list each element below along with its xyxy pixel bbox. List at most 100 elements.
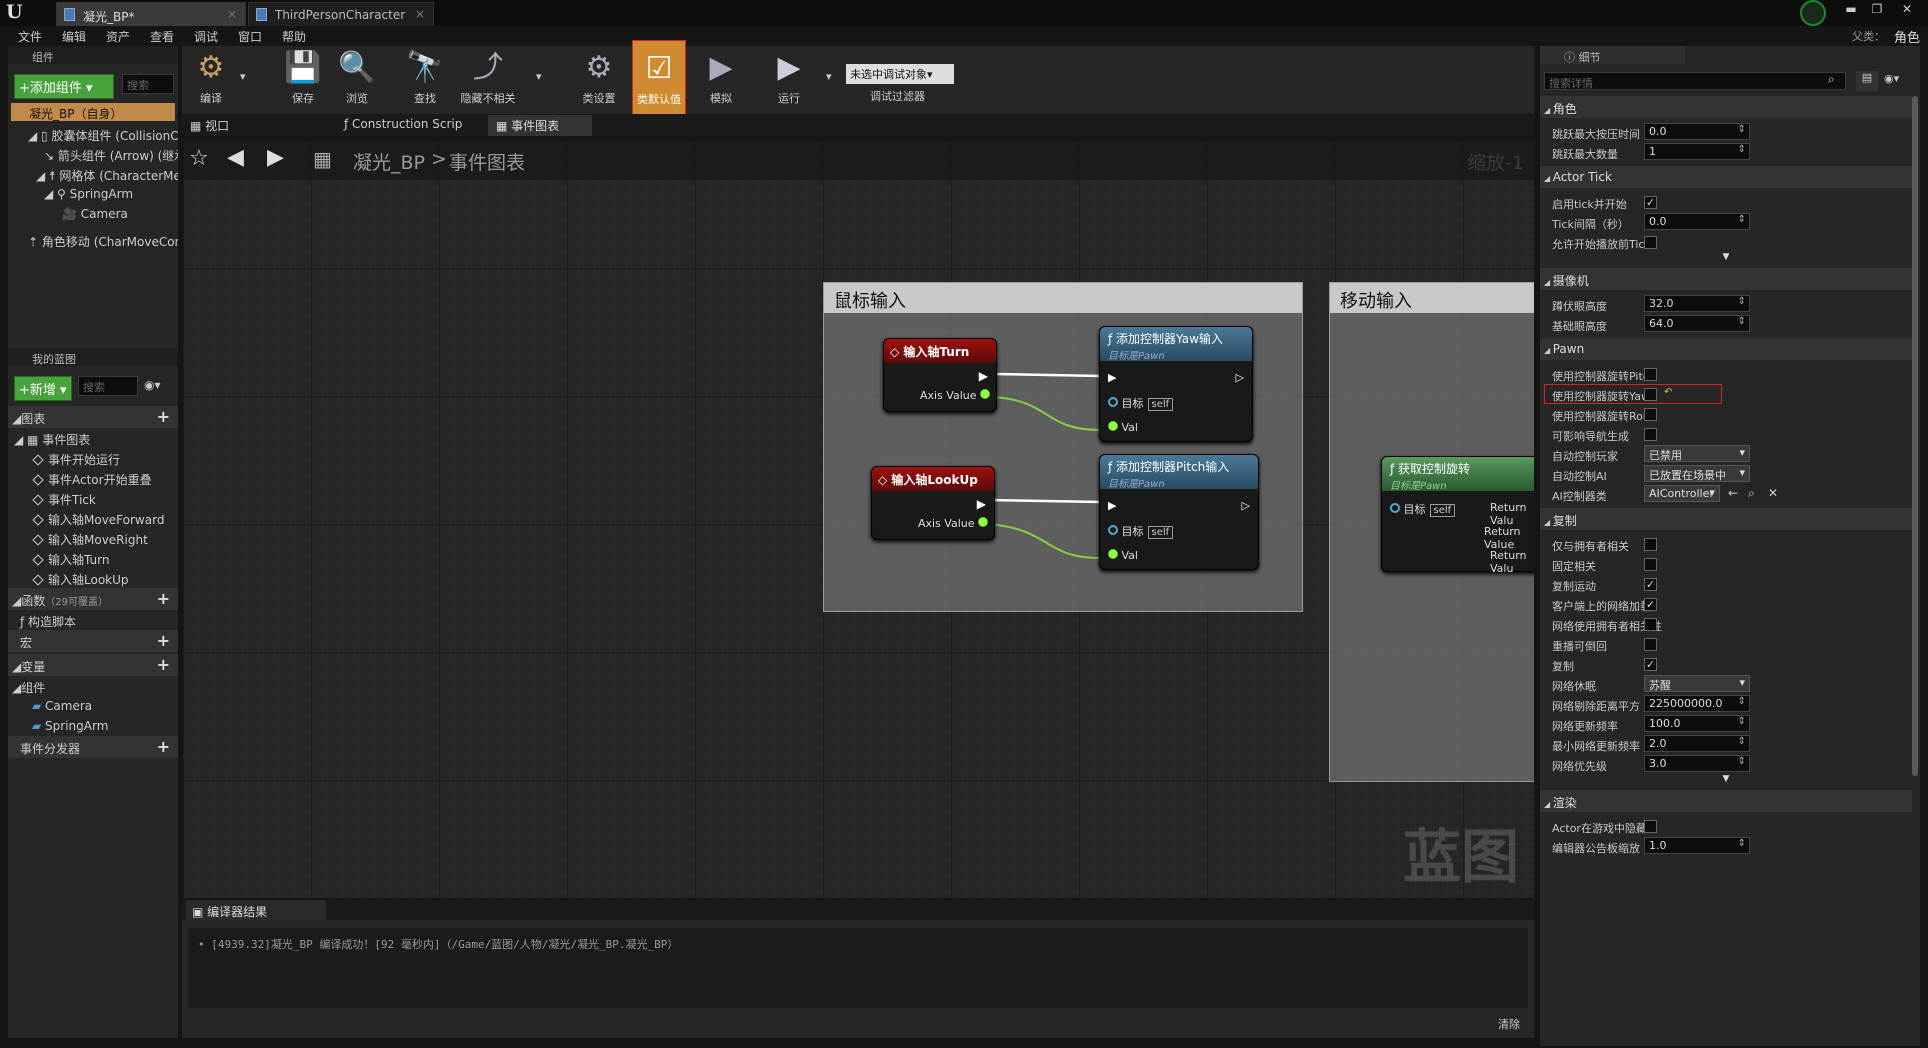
tab-thirdperson[interactable]: ThirdPersonCharacter × — [248, 2, 434, 26]
play-button[interactable]: ▶ 运行 — [762, 48, 816, 110]
property-select[interactable]: AIController — [1644, 485, 1720, 502]
save-button[interactable]: 💾 保存 — [276, 48, 330, 110]
details-section[interactable]: 摄像机 — [1540, 268, 1912, 290]
exec-out-pin[interactable]: ▶ — [979, 369, 988, 383]
menu-debug[interactable]: 调试 — [194, 28, 218, 45]
expand-advanced-icon[interactable]: ▼ — [1540, 252, 1912, 264]
details-section[interactable]: Actor Tick — [1540, 166, 1912, 188]
property-select[interactable]: 苏醒 — [1644, 675, 1750, 692]
event-moveforward[interactable]: 输入轴MoveForward — [14, 508, 178, 528]
tab-construction-script[interactable]: ƒ Construction Scrip — [344, 117, 462, 131]
add-function-icon[interactable]: + — [157, 589, 170, 608]
event-begin-play[interactable]: 事件开始运行 — [14, 448, 178, 468]
details-section[interactable]: 渲染 — [1540, 790, 1912, 812]
tree-capsule[interactable]: ◢ ▯ 胶囊体组件 (CollisionCylinder) — [28, 124, 178, 144]
var-camera[interactable]: ▰ Camera — [12, 696, 178, 716]
axis-value-pin[interactable]: Axis Value — [918, 517, 988, 530]
menu-file[interactable]: 文件 — [18, 28, 42, 45]
tree-charmove[interactable]: ⇡ 角色移动 (CharMoveComp) — [28, 230, 178, 250]
details-section[interactable]: 复制 — [1540, 508, 1912, 530]
close-icon[interactable]: × — [227, 7, 237, 21]
property-checkbox[interactable] — [1644, 558, 1657, 571]
target-pin[interactable]: 目标 self — [1108, 523, 1174, 539]
class-settings-button[interactable]: ⚙ 类设置 — [572, 48, 626, 110]
exec-out-pin[interactable]: ▷ — [1242, 499, 1250, 512]
tree-components-vars[interactable]: ◢组件 — [12, 676, 178, 696]
compile-dropdown-icon[interactable]: ▾ — [240, 70, 246, 83]
hide-dropdown-icon[interactable]: ▾ — [536, 70, 542, 83]
property-checkbox[interactable] — [1644, 618, 1657, 631]
new-button[interactable]: +新增 ▾ — [14, 376, 72, 401]
property-select[interactable]: 已放置在场景中 — [1644, 465, 1750, 482]
visibility-eye-icon[interactable]: ◉▾ — [144, 378, 161, 392]
expand-advanced-icon[interactable]: ▼ — [1540, 774, 1912, 786]
property-checkbox[interactable] — [1644, 408, 1657, 421]
class-defaults-button[interactable]: ☑ 类默认值 — [632, 40, 686, 118]
add-component-button[interactable]: +添加组件 ▾ — [14, 74, 114, 99]
event-moveright[interactable]: 输入轴MoveRight — [14, 528, 178, 548]
property-input[interactable]: 32.0 — [1644, 295, 1750, 312]
exec-in-pin[interactable]: ▶ — [1108, 371, 1116, 384]
node-add-yaw-input[interactable]: ƒ 添加控制器Yaw输入 目标是Pawn ▶ ▷ 目标 self Val — [1099, 326, 1253, 442]
use-selected-icon[interactable]: ← — [1728, 486, 1738, 500]
close-icon[interactable]: × — [415, 7, 425, 21]
event-tick[interactable]: 事件Tick — [14, 488, 178, 508]
node-input-axis-turn[interactable]: ◇ 输入轴Turn ▶ Axis Value — [883, 338, 997, 412]
node-add-pitch-input[interactable]: ƒ 添加控制器Pitch输入 目标是Pawn ▶ ▷ 目标 self Val — [1099, 454, 1259, 570]
restore-button[interactable]: ❐ — [1866, 2, 1888, 16]
property-checkbox[interactable] — [1644, 820, 1657, 833]
property-input[interactable]: 100.0 — [1644, 715, 1750, 732]
property-input[interactable]: 3.0 — [1644, 755, 1750, 772]
menu-edit[interactable]: 编辑 — [62, 28, 86, 45]
browse-icon[interactable]: ⌕ — [1748, 486, 1755, 501]
components-search-input[interactable]: 搜索 — [122, 74, 174, 94]
tab-event-graph[interactable]: ▦ 事件图表 — [488, 115, 592, 136]
details-section[interactable]: Pawn — [1540, 338, 1912, 360]
exec-out-pin[interactable]: ▷ — [1236, 371, 1244, 384]
exec-in-pin[interactable]: ▶ — [1108, 499, 1116, 512]
property-checkbox[interactable]: ✓ — [1644, 598, 1657, 611]
property-input[interactable]: 225000000.0 — [1644, 695, 1750, 712]
target-pin[interactable]: 目标 self — [1108, 395, 1174, 411]
browse-button[interactable]: 🔍 浏览 — [330, 48, 384, 110]
property-checkbox[interactable]: ✓ — [1644, 578, 1657, 591]
menu-view[interactable]: 查看 — [150, 28, 174, 45]
property-input[interactable]: 2.0 — [1644, 735, 1750, 752]
event-turn[interactable]: 输入轴Turn — [14, 548, 178, 568]
section-macros[interactable]: 宏 + — [8, 630, 178, 652]
property-checkbox[interactable] — [1644, 368, 1657, 381]
section-functions[interactable]: ◢函数（29可覆盖） + — [8, 588, 178, 610]
self-component[interactable]: 凝光_BP（自身） — [11, 103, 175, 121]
minimize-button[interactable]: ▬ — [1840, 2, 1862, 16]
event-lookup[interactable]: 输入轴LookUp — [14, 568, 178, 588]
simulate-button[interactable]: ▶ 模拟 — [694, 48, 748, 110]
section-graphs[interactable]: ◢图表 + — [8, 406, 178, 428]
clear-icon[interactable]: ✕ — [1768, 486, 1778, 500]
hide-unrelated-button[interactable]: ⤴ 隐藏不相关 — [456, 48, 520, 110]
add-macro-icon[interactable]: + — [157, 631, 170, 650]
tree-camera[interactable]: 🎥 Camera — [28, 204, 178, 224]
parent-class-value[interactable]: 角色 — [1894, 27, 1920, 46]
tab-viewport[interactable]: ▦ 视口 — [190, 117, 229, 134]
section-dispatchers[interactable]: 事件分发器 + — [8, 736, 178, 758]
tab-ningguang-bp[interactable]: 凝光_BP* × — [56, 2, 246, 26]
details-search-input[interactable]: 搜索详情 — [1544, 72, 1846, 90]
blueprint-search-input[interactable]: 搜索 — [78, 376, 138, 396]
node-input-axis-lookup[interactable]: ◇ 输入轴LookUp ▶ Axis Value — [871, 466, 995, 540]
debug-object-select[interactable]: 未选中调试对象▾ — [846, 64, 954, 84]
property-input[interactable]: 0.0 — [1644, 213, 1750, 230]
property-input[interactable]: 1 — [1644, 143, 1750, 160]
property-matrix-icon[interactable]: ▤ — [1856, 71, 1878, 91]
property-input[interactable]: 1.0 — [1644, 837, 1750, 854]
construction-script-item[interactable]: ƒ 构造脚本 — [20, 610, 178, 630]
target-pin[interactable]: 目标 self — [1390, 501, 1456, 517]
menu-window[interactable]: 窗口 — [238, 28, 262, 45]
add-graph-icon[interactable]: + — [157, 407, 170, 426]
exec-out-pin[interactable]: ▶ — [977, 497, 986, 511]
add-dispatcher-icon[interactable]: + — [157, 737, 170, 756]
property-checkbox[interactable] — [1644, 236, 1657, 249]
val-pin[interactable]: Val — [1108, 549, 1138, 562]
return-value-pin[interactable]: Return Valu — [1490, 549, 1534, 575]
return-value-pin[interactable]: Return Value — [1484, 525, 1534, 551]
tree-event-graph[interactable]: ◢ ▦ 事件图表 — [14, 428, 178, 448]
